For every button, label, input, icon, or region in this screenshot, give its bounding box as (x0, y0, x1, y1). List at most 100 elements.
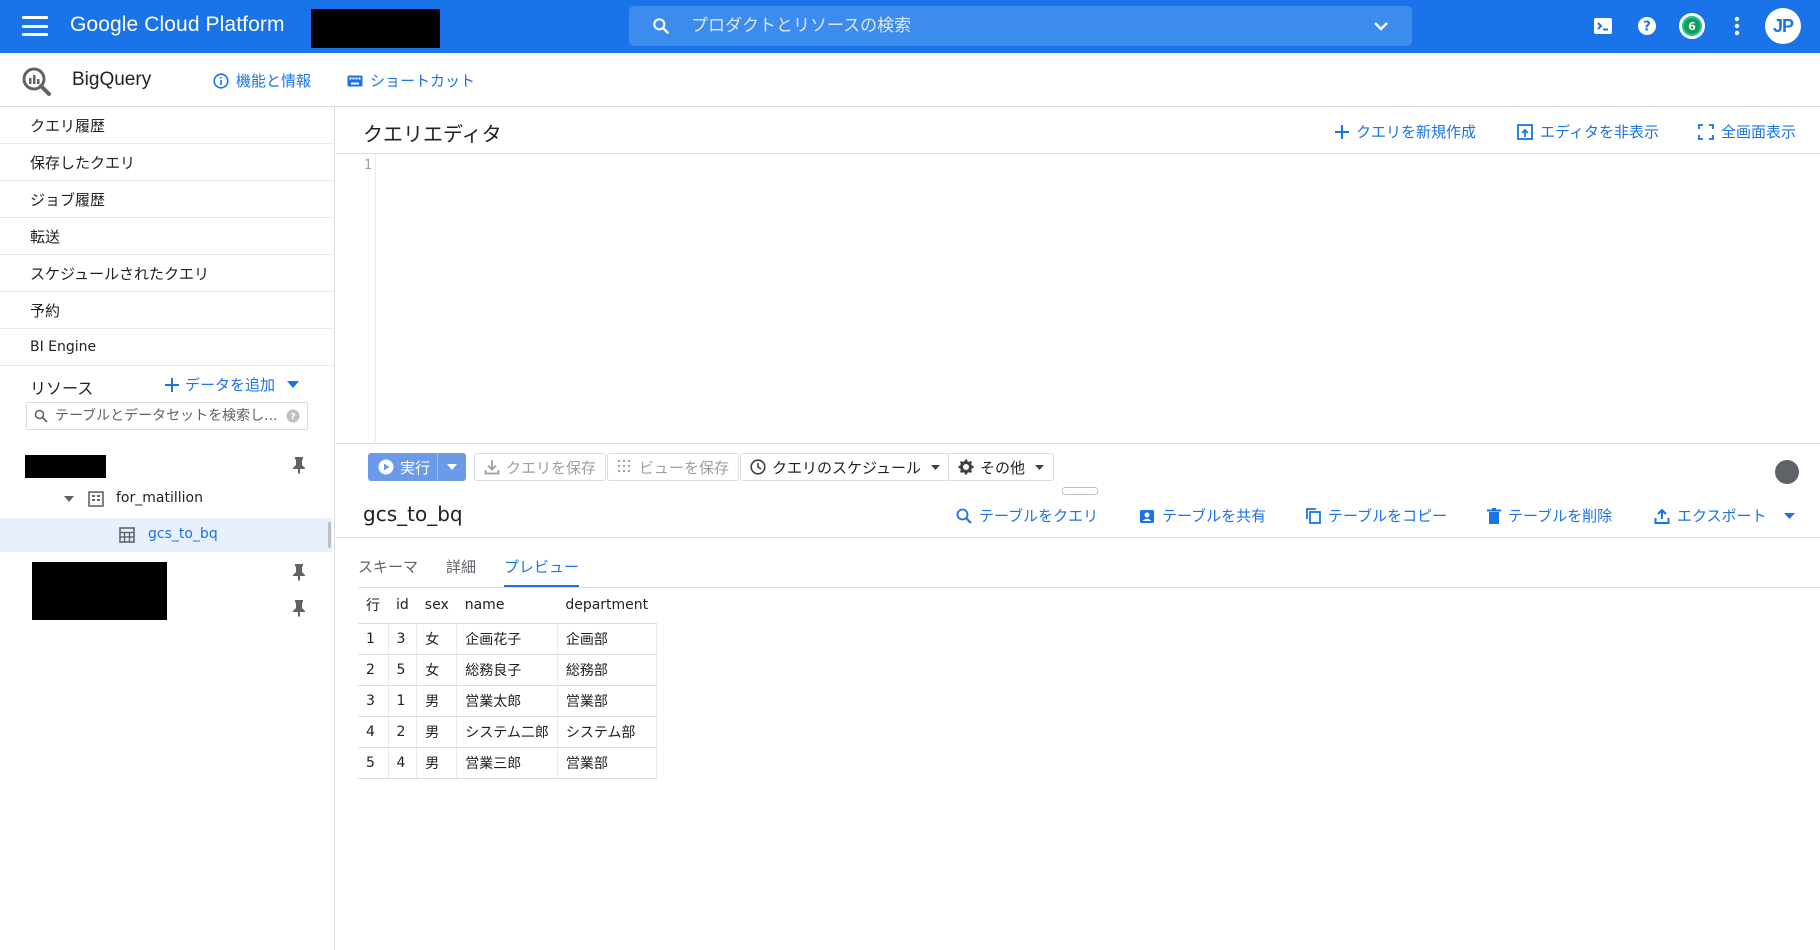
dataset-row[interactable]: for_matillion (0, 482, 332, 516)
save-query-button[interactable]: クエリを保存 (474, 453, 607, 481)
fullscreen-icon (1698, 123, 1714, 140)
plus-icon (1335, 124, 1349, 139)
tab-schema[interactable]: スキーマ (358, 556, 418, 587)
cell-name: 総務良子 (456, 654, 558, 686)
svg-text:?: ? (290, 413, 295, 423)
save-view-button[interactable]: ビューを保存 (607, 453, 740, 481)
help-icon[interactable]: ? (286, 409, 300, 423)
dropdown-arrow-icon (1783, 512, 1795, 519)
expand-arrow-icon[interactable] (64, 496, 74, 502)
product-title[interactable]: Google Cloud Platform (70, 13, 285, 37)
schedule-query-button[interactable]: クエリのスケジュール (740, 453, 950, 481)
add-data-button[interactable]: データを追加 (165, 374, 300, 395)
grid-dots-icon (618, 460, 630, 472)
hide-editor-button[interactable]: エディタを非表示 (1517, 121, 1659, 142)
run-options-dropdown[interactable] (438, 464, 466, 470)
cell-row-number: 4 (358, 716, 389, 748)
search-input[interactable] (691, 10, 1351, 42)
new-query-button[interactable]: クエリを新規作成 (1335, 121, 1476, 142)
query-table-button[interactable]: テーブルをクエリ (956, 505, 1098, 526)
query-editor-title: クエリエディタ (363, 122, 502, 146)
global-search-bar[interactable] (629, 6, 1412, 46)
run-button[interactable]: 実行 (368, 453, 466, 481)
table-icon (119, 527, 135, 543)
notifications-badge[interactable]: 6 (1679, 13, 1705, 39)
person-add-icon (1140, 509, 1154, 523)
cell-id: 3 (388, 623, 418, 655)
play-icon (378, 459, 394, 475)
pin-icon[interactable] (292, 456, 306, 474)
cell-sex: 男 (416, 747, 458, 779)
sidebar-scrollbar[interactable] (328, 522, 331, 548)
tab-preview[interactable]: プレビュー (504, 556, 580, 587)
delete-table-button[interactable]: テーブルを削除 (1487, 505, 1612, 526)
sidebar-item-bi-engine[interactable]: BI Engine (0, 329, 334, 366)
hide-editor-label: エディタを非表示 (1540, 123, 1659, 141)
sidebar-item-scheduled-queries[interactable]: スケジュールされたクエリ (0, 255, 334, 292)
cell-sex: 女 (416, 654, 458, 686)
project-selector-redacted[interactable] (311, 9, 440, 48)
other-projects-redacted[interactable] (32, 562, 167, 620)
resource-search-box[interactable]: ? (26, 402, 308, 430)
copy-table-button[interactable]: テーブルをコピー (1305, 505, 1447, 526)
column-header-name: name (456, 588, 558, 624)
download-icon (484, 460, 500, 475)
export-button[interactable]: エクスポート (1654, 505, 1795, 526)
column-header-sex: sex (416, 588, 457, 624)
shortcuts-link[interactable]: ショートカット (347, 70, 475, 91)
line-number-gutter: 1 (336, 154, 376, 444)
sidebar-item-saved-queries[interactable]: 保存したクエリ (0, 144, 334, 181)
fullscreen-label: 全画面表示 (1721, 123, 1797, 141)
copy-icon (1306, 507, 1321, 524)
resource-search-input[interactable] (55, 408, 285, 424)
cell-department: 営業部 (557, 685, 657, 717)
sidebar-item-reservations[interactable]: 予約 (0, 292, 334, 329)
run-main-action[interactable]: 実行 (368, 453, 438, 481)
table-row-selected[interactable]: gcs_to_bq (0, 518, 332, 552)
pin-icon[interactable] (292, 599, 306, 617)
more-options-label: その他 (980, 458, 1026, 477)
pin-icon[interactable] (292, 563, 306, 581)
cell-name: 企画花子 (456, 623, 558, 655)
sql-code-editor[interactable]: 1 (336, 154, 1820, 444)
status-indicator (1775, 460, 1799, 484)
fullscreen-button[interactable]: 全画面表示 (1698, 121, 1796, 142)
sidebar-item-query-history[interactable]: クエリ履歴 (0, 107, 334, 144)
save-view-label: ビューを保存 (639, 458, 730, 477)
new-query-label: クエリを新規作成 (1356, 123, 1477, 141)
sidebar-item-job-history[interactable]: ジョブ履歴 (0, 181, 334, 218)
project-row[interactable] (0, 448, 332, 482)
dropdown-arrow-icon (287, 380, 300, 388)
dataset-icon (88, 491, 104, 507)
table-row: 3 1 男 営業太郎 営業部 (358, 685, 657, 717)
copy-table-label: テーブルをコピー (1328, 507, 1448, 525)
more-options-button[interactable]: その他 (948, 453, 1055, 481)
cell-name: 営業三郎 (456, 747, 558, 779)
cell-id: 1 (388, 685, 418, 717)
column-header-department: department (557, 588, 657, 624)
share-table-button[interactable]: テーブルを共有 (1139, 505, 1266, 526)
gear-icon (958, 459, 974, 475)
cell-id: 5 (388, 654, 418, 686)
add-data-label: データを追加 (185, 376, 276, 394)
chevron-down-icon[interactable] (1372, 18, 1390, 34)
cell-row-number: 1 (358, 623, 389, 655)
bigquery-logo-icon (22, 67, 51, 96)
main-menu-icon[interactable] (22, 16, 48, 36)
help-icon[interactable]: ? (1635, 14, 1659, 38)
save-query-label: クエリを保存 (506, 458, 597, 477)
dropdown-arrow-icon (447, 464, 457, 470)
sidebar-item-transfers[interactable]: 転送 (0, 218, 334, 255)
share-table-label: テーブルを共有 (1162, 507, 1267, 525)
resize-handle[interactable] (1062, 487, 1098, 495)
hide-editor-icon (1517, 123, 1533, 140)
top-app-bar: Google Cloud Platform ? 6 JP (0, 0, 1820, 53)
query-table-label: テーブルをクエリ (979, 507, 1099, 525)
trash-icon (1487, 507, 1501, 524)
features-info-link[interactable]: 機能と情報 (213, 70, 311, 91)
tab-details[interactable]: 詳細 (446, 556, 476, 587)
more-vert-icon[interactable] (1725, 14, 1749, 38)
cloud-shell-icon[interactable] (1591, 14, 1615, 38)
account-avatar[interactable]: JP (1765, 8, 1801, 44)
cell-sex: 男 (416, 716, 458, 748)
